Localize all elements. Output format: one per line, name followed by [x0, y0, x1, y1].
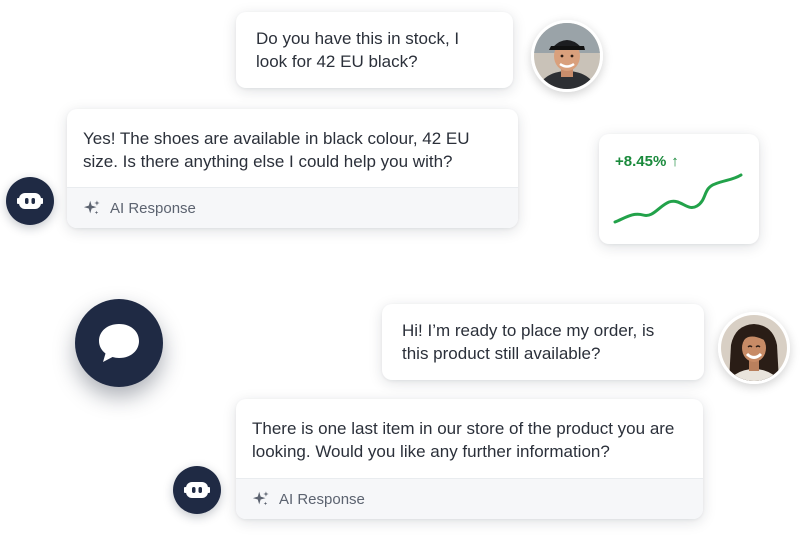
ai-response-footer-1: AI Response [67, 187, 518, 228]
sparkle-icon [252, 491, 269, 506]
ai-response-card-1: Yes! The shoes are available in black co… [67, 109, 518, 228]
robot-icon [184, 482, 210, 498]
ai-response-footer-2: AI Response [236, 478, 703, 519]
user-avatar-2 [718, 312, 790, 384]
bot-avatar-1 [6, 177, 54, 225]
trend-line-icon [613, 173, 743, 224]
chat-launcher-button[interactable] [75, 299, 163, 387]
man-avatar-icon [534, 23, 600, 89]
sparkle-icon [83, 200, 100, 215]
user-message-card-1: Do you have this in stock, I look for 42… [236, 12, 513, 88]
woman-avatar-icon [721, 315, 787, 381]
user-message-text-2: Hi! I’m ready to place my order, is this… [402, 321, 655, 363]
growth-stat-card: +8.45% ↑ [599, 134, 759, 244]
user-message-card-2: Hi! I’m ready to place my order, is this… [382, 304, 704, 380]
user-message-text-1: Do you have this in stock, I look for 42… [256, 29, 460, 71]
ai-message-text-2: There is one last item in our store of t… [252, 419, 675, 461]
ai-message-text-1: Yes! The shoes are available in black co… [83, 129, 470, 171]
bot-avatar-2 [173, 466, 221, 514]
ai-response-label-2: AI Response [279, 490, 365, 508]
user-avatar-1 [531, 20, 603, 92]
ai-response-card-2: There is one last item in our store of t… [236, 399, 703, 519]
ai-response-label-1: AI Response [110, 199, 196, 217]
chat-bubble-icon [99, 324, 139, 362]
robot-icon [17, 193, 43, 209]
